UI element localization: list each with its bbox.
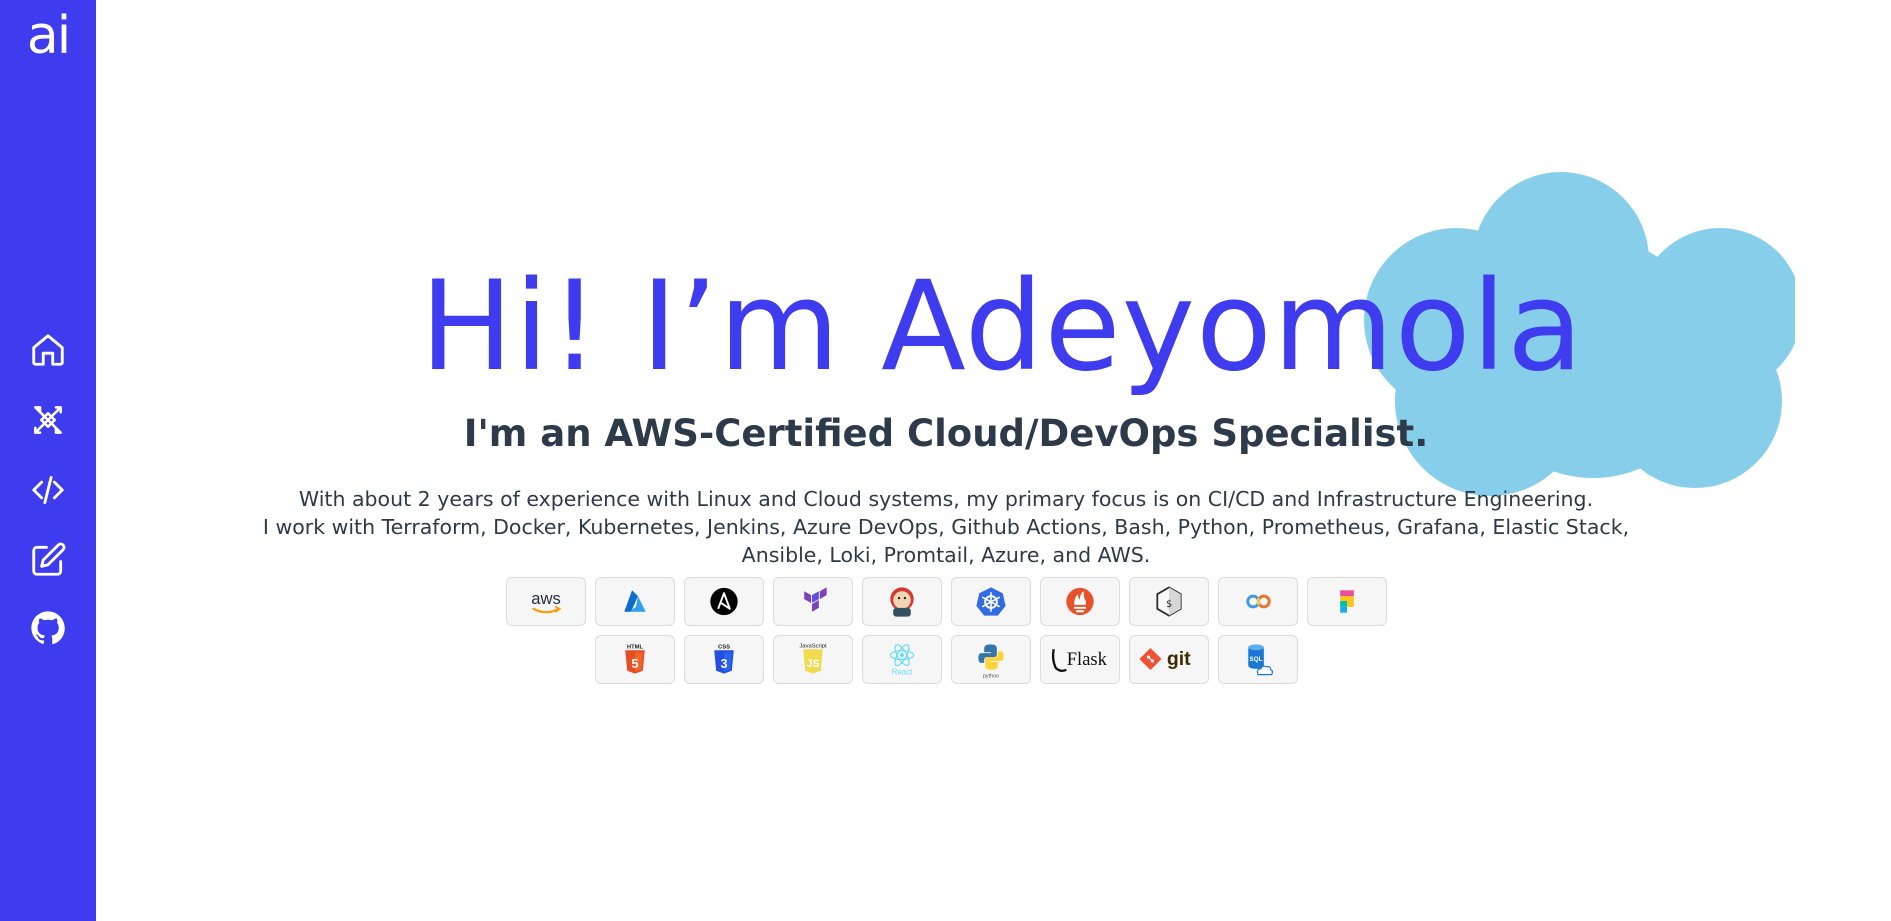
sql-icon: SQL bbox=[1247, 644, 1273, 676]
svg-text:3: 3 bbox=[720, 657, 727, 671]
prometheus-icon bbox=[1065, 587, 1094, 616]
prometheus-badge[interactable] bbox=[1039, 577, 1120, 626]
aws-badge[interactable]: aws bbox=[505, 577, 586, 626]
home-icon bbox=[32, 334, 64, 366]
nav-skills[interactable] bbox=[26, 398, 70, 442]
svg-text:git: git bbox=[1166, 648, 1190, 670]
description-line: Ansible, Loki, Promtail, Azure, and AWS. bbox=[741, 543, 1151, 567]
description-line: I work with Terraform, Docker, Kubernete… bbox=[262, 515, 1630, 539]
css3-icon: CSS 3 bbox=[713, 644, 734, 674]
site-logo[interactable]: ai bbox=[0, 6, 96, 66]
css3-badge[interactable]: CSS 3 bbox=[683, 635, 764, 684]
hero-subtitle: I'm an AWS-Certified Cloud/DevOps Specia… bbox=[463, 412, 1429, 455]
javascript-icon: JavaScript JS bbox=[799, 643, 827, 674]
kibana-icon bbox=[1339, 590, 1354, 613]
azure-devops-icon bbox=[1245, 594, 1271, 609]
python-icon: python bbox=[977, 644, 1004, 680]
description-line: With about 2 years of experience with Li… bbox=[298, 487, 1594, 511]
jenkins-icon bbox=[889, 587, 914, 617]
svg-text:HTML: HTML bbox=[626, 644, 643, 650]
javascript-badge[interactable]: JavaScript JS bbox=[772, 635, 853, 684]
git-icon: git bbox=[1138, 648, 1191, 671]
nav-projects[interactable] bbox=[26, 468, 70, 512]
svg-text:SQL: SQL bbox=[1249, 656, 1262, 663]
svg-text:5: 5 bbox=[631, 657, 638, 671]
svg-text:JS: JS bbox=[806, 658, 819, 670]
nav-home[interactable] bbox=[26, 328, 70, 372]
kubernetes-icon bbox=[975, 587, 1006, 616]
github-icon bbox=[31, 611, 65, 645]
svg-text:python: python bbox=[982, 674, 998, 680]
flask-badge[interactable]: Flask bbox=[1039, 635, 1120, 684]
edit-icon bbox=[32, 542, 66, 576]
html5-icon: HTML 5 bbox=[624, 644, 645, 674]
svg-text:aws: aws bbox=[531, 589, 560, 608]
terraform-badge[interactable] bbox=[772, 577, 853, 626]
skills-icon bbox=[34, 406, 62, 434]
aws-icon: aws bbox=[531, 589, 561, 614]
hero-title: Hi! I’m Adeyomola bbox=[420, 255, 1584, 399]
python-badge[interactable]: python bbox=[950, 635, 1031, 684]
kubernetes-badge[interactable] bbox=[950, 577, 1031, 626]
tech-badges-row: aws $ bbox=[96, 577, 1796, 626]
azure-icon bbox=[623, 590, 646, 612]
svg-text:CSS: CSS bbox=[717, 644, 729, 650]
git-badge[interactable]: git bbox=[1128, 635, 1209, 684]
sidebar: ai bbox=[0, 0, 96, 921]
svg-text:Flask: Flask bbox=[1066, 649, 1107, 670]
code-icon bbox=[32, 475, 64, 505]
jenkins-badge[interactable] bbox=[861, 577, 942, 626]
svg-text:$: $ bbox=[1166, 599, 1172, 610]
bash-icon: $ bbox=[1155, 586, 1182, 617]
svg-text:React: React bbox=[891, 668, 912, 677]
tech-badges: aws $ HTML 5 CSS 3 JavaScript JS React p… bbox=[96, 577, 1796, 693]
kibana-badge[interactable] bbox=[1306, 577, 1387, 626]
terraform-icon bbox=[803, 587, 827, 612]
nav-github[interactable] bbox=[26, 606, 70, 650]
azure-devops-badge[interactable] bbox=[1217, 577, 1298, 626]
sql-badge[interactable]: SQL bbox=[1217, 635, 1298, 684]
tech-badges-row: HTML 5 CSS 3 JavaScript JS React python … bbox=[96, 635, 1796, 684]
svg-text:JavaScript: JavaScript bbox=[799, 643, 827, 649]
hero-description: With about 2 years of experience with Li… bbox=[96, 485, 1796, 569]
flask-icon: Flask bbox=[1051, 649, 1107, 672]
react-badge[interactable]: React bbox=[861, 635, 942, 684]
nav-blog[interactable] bbox=[26, 538, 70, 582]
ansible-icon bbox=[709, 587, 738, 616]
ansible-badge[interactable] bbox=[683, 577, 764, 626]
react-icon: React bbox=[889, 644, 914, 677]
html5-badge[interactable]: HTML 5 bbox=[594, 635, 675, 684]
azure-badge[interactable] bbox=[594, 577, 675, 626]
bash-badge[interactable]: $ bbox=[1128, 577, 1209, 626]
